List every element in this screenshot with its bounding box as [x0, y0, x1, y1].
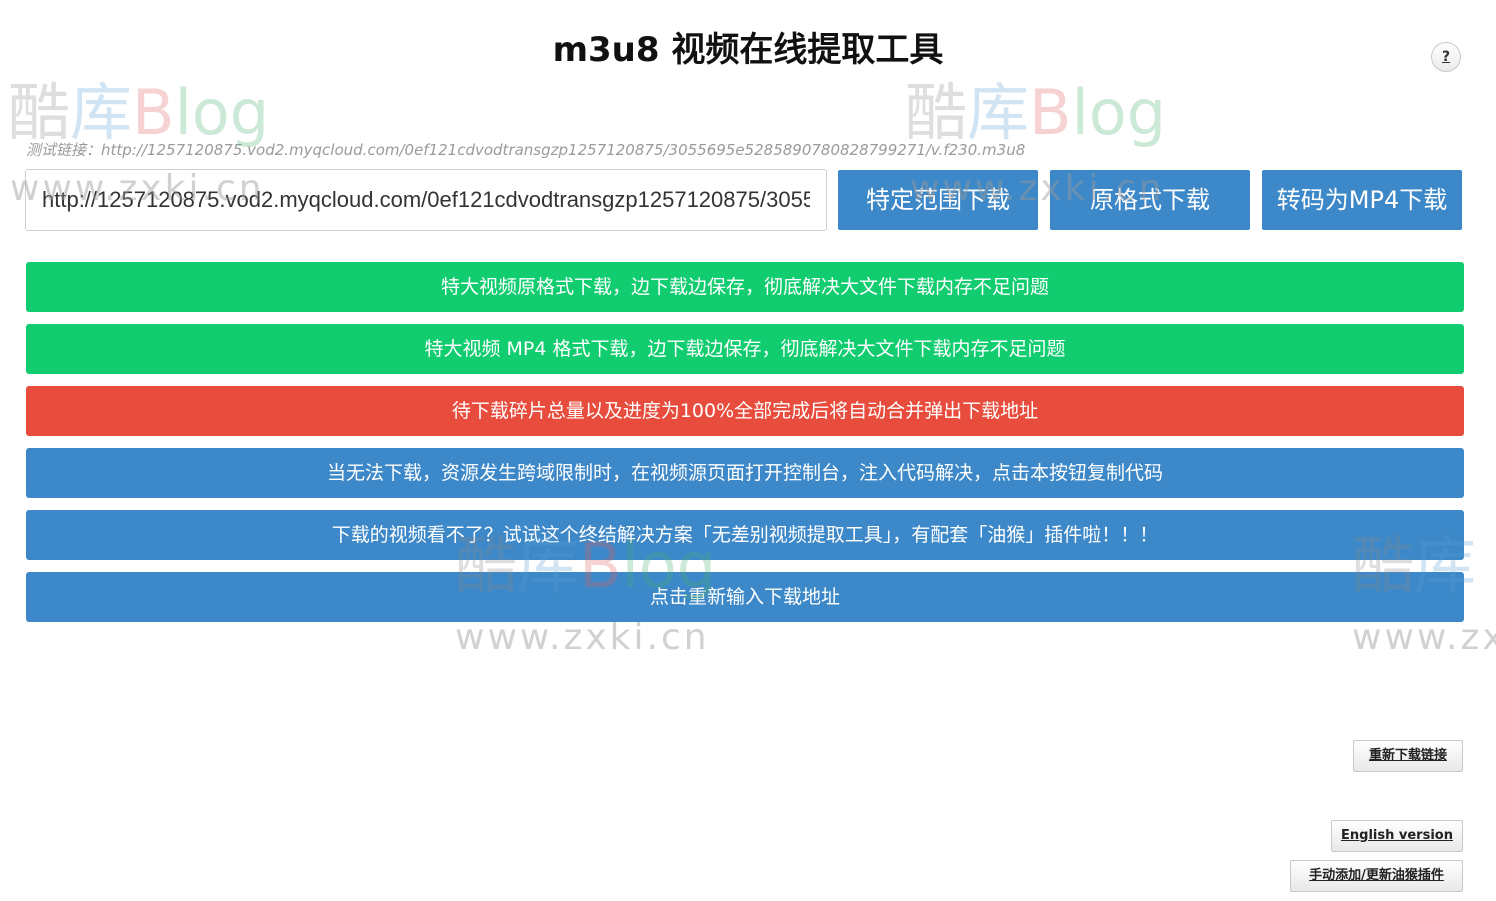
m3u8-url-input[interactable]: [25, 169, 827, 231]
universal-extractor-button[interactable]: 下载的视频看不了？试试这个终结解决方案「无差别视频提取工具」，有配套「油猴」插件…: [26, 510, 1464, 560]
english-version-button[interactable]: English version: [1331, 820, 1463, 852]
download-progress-bar: 待下载碎片总量以及进度为100%全部完成后将自动合并弹出下载地址: [26, 386, 1464, 436]
original-format-download-button[interactable]: 原格式下载: [1050, 170, 1250, 230]
range-download-button[interactable]: 特定范围下载: [838, 170, 1038, 230]
help-button[interactable]: ?: [1431, 42, 1461, 72]
mp4-transcode-download-button[interactable]: 转码为MP4下载: [1262, 170, 1462, 230]
watermark-url: www.zxki.cn: [1352, 617, 1496, 658]
redownload-link-button[interactable]: 重新下载链接: [1353, 740, 1463, 772]
test-link-hint: 测试链接：http://1257120875.vod2.myqcloud.com…: [26, 141, 1026, 159]
watermark-url: www.zxki.cn: [455, 617, 710, 658]
copy-cors-code-button[interactable]: 当无法下载，资源发生跨域限制时，在视频源页面打开控制台，注入代码解决，点击本按钮…: [26, 448, 1464, 498]
watermark-logo: 酷库Blog: [8, 76, 270, 149]
page-title: m3u8 视频在线提取工具: [552, 30, 944, 70]
big-video-original-download-button[interactable]: 特大视频原格式下载，边下载边保存，彻底解决大文件下载内存不足问题: [26, 262, 1464, 312]
watermark-logo: 酷库Blog: [905, 76, 1167, 149]
big-video-mp4-download-button[interactable]: 特大视频 MP4 格式下载，边下载边保存，彻底解决大文件下载内存不足问题: [26, 324, 1464, 374]
page: m3u8 视频在线提取工具 ? 测试链接：http://1257120875.v…: [0, 0, 1496, 901]
add-userscript-button[interactable]: 手动添加/更新油猴插件: [1290, 860, 1463, 892]
reinput-url-button[interactable]: 点击重新输入下载地址: [26, 572, 1464, 622]
